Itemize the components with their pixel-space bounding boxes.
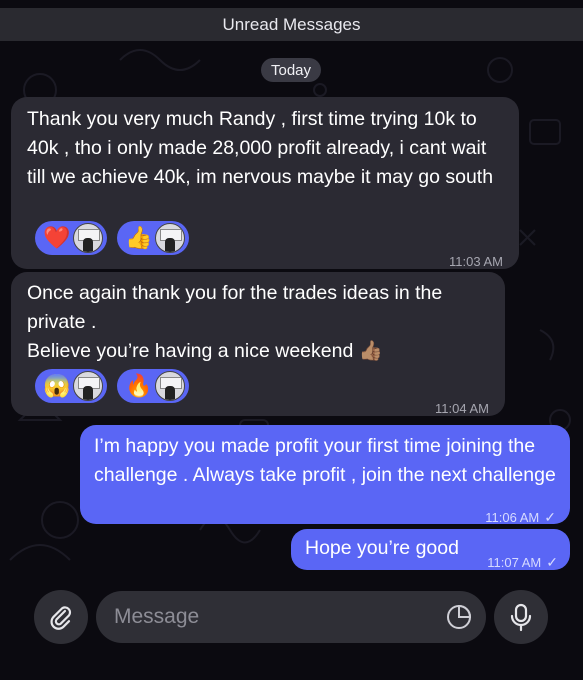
unread-messages-label: Unread Messages bbox=[222, 14, 361, 34]
message-input[interactable] bbox=[112, 604, 436, 630]
incoming-message[interactable]: Thank you very much Randy , first time t… bbox=[11, 97, 519, 269]
reactor-avatar bbox=[155, 223, 185, 253]
message-reactions: 😱 🔥 bbox=[35, 369, 189, 403]
reaction-heart[interactable]: ❤️ bbox=[35, 221, 107, 255]
message-text: Once again thank you for the trades idea… bbox=[27, 282, 443, 362]
message-composer bbox=[0, 580, 583, 680]
read-check-icon: ✓ bbox=[544, 509, 556, 525]
message-time-wrap: 11:07 AM ✓ bbox=[487, 548, 558, 577]
reactor-avatar bbox=[73, 223, 103, 253]
reaction-thumbs-up[interactable]: 👍 bbox=[117, 221, 189, 255]
message-time: 11:04 AM bbox=[435, 401, 489, 416]
message-input-container[interactable] bbox=[96, 591, 486, 643]
message-text: Thank you very much Randy , first time t… bbox=[27, 108, 494, 188]
date-separator-label: Today bbox=[270, 61, 312, 79]
outgoing-message[interactable]: Hope you’re good 11:07 AM ✓ bbox=[291, 529, 570, 570]
attach-button[interactable] bbox=[34, 590, 88, 644]
incoming-message[interactable]: Once again thank you for the trades idea… bbox=[11, 272, 505, 416]
reactor-avatar bbox=[73, 371, 103, 401]
microphone-button[interactable] bbox=[494, 590, 548, 644]
thumbs-up-icon: 👍 bbox=[125, 225, 153, 250]
unread-messages-banner: Unread Messages bbox=[0, 8, 583, 41]
message-text: I’m happy you made profit your first tim… bbox=[94, 435, 556, 486]
message-time: 11:07 AM bbox=[487, 555, 542, 570]
read-check-icon: ✓ bbox=[546, 554, 558, 570]
paperclip-icon bbox=[50, 606, 72, 630]
fire-icon: 🔥 bbox=[125, 373, 153, 398]
red-heart-icon: ❤️ bbox=[43, 225, 71, 250]
reactor-avatar bbox=[155, 371, 185, 401]
date-separator: Today bbox=[261, 58, 321, 82]
screaming-face-icon: 😱 bbox=[43, 373, 71, 398]
message-time: 11:06 AM bbox=[485, 510, 540, 525]
microphone-icon bbox=[510, 603, 532, 632]
message-time-wrap: 11:06 AM ✓ bbox=[485, 503, 556, 532]
sticker-icon[interactable] bbox=[446, 604, 472, 630]
reaction-fire[interactable]: 🔥 bbox=[117, 369, 189, 403]
outgoing-message[interactable]: I’m happy you made profit your first tim… bbox=[80, 425, 570, 525]
message-reactions: ❤️ 👍 bbox=[35, 221, 189, 255]
reaction-screaming-face[interactable]: 😱 bbox=[35, 369, 107, 403]
